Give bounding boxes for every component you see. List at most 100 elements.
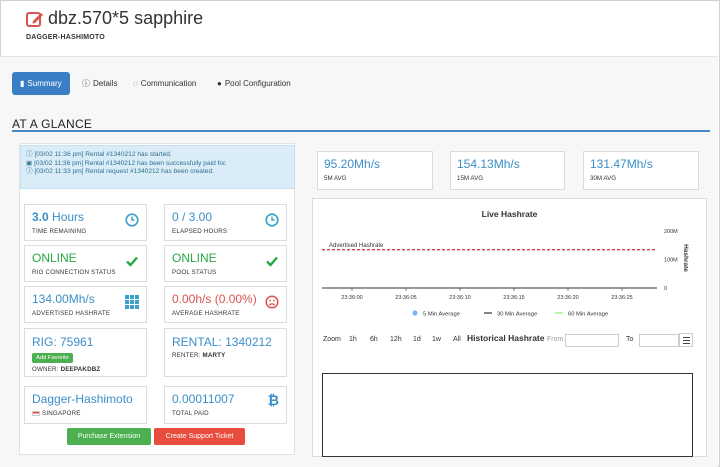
- owner-line: OWNER: DEEPAKDBZ: [32, 366, 101, 373]
- tab-communication[interactable]: ◌ Communication: [133, 72, 196, 95]
- grid-icon: [125, 295, 139, 309]
- pool-value: Dagger-Hashimoto: [32, 392, 133, 406]
- legend-label: 30 Min Average: [497, 312, 537, 318]
- section-divider: [12, 130, 710, 132]
- total-paid-card: 0.00011007 TOTAL PAID ₿: [164, 386, 287, 424]
- bar-chart-icon: ▮: [20, 79, 25, 88]
- notice-row: ⓘ [03/02 11:36 pm] Rental #1340212 has s…: [26, 151, 172, 158]
- legend-marker: [412, 310, 418, 316]
- legend-label: 60 Min Average: [568, 312, 608, 318]
- check-icon: [266, 256, 278, 267]
- hamburger-icon[interactable]: [679, 333, 693, 347]
- rig-status-label: RIG CONNECTION STATUS: [32, 269, 116, 276]
- y-axis-title: Hashrate: [682, 244, 689, 272]
- advertised-hashrate-value: 134.00Mh/s: [32, 292, 95, 306]
- historical-chart-title: Historical Hashrate: [467, 333, 545, 343]
- zoom-12h-button[interactable]: 12h: [390, 336, 402, 343]
- tab-details[interactable]: ⓘ Details: [82, 72, 117, 95]
- bitcoin-icon: ₿: [267, 392, 279, 408]
- x-tick-label: 23:36:20: [557, 295, 578, 301]
- drop-icon: ●: [217, 79, 222, 88]
- zoom-6h-button[interactable]: 6h: [370, 336, 378, 343]
- total-paid-value: 0.00011007: [172, 392, 235, 406]
- x-tick-label: 23:36:05: [395, 295, 416, 301]
- zoom-1h-button[interactable]: 1h: [349, 336, 357, 343]
- purchase-extension-button[interactable]: Purchase Extension: [67, 428, 151, 445]
- clock-icon: [125, 213, 139, 227]
- pool-location: SINGAPORE: [32, 410, 81, 417]
- notice-row: ⓘ [03/02 11:33 pm] Rental request #13402…: [26, 168, 214, 176]
- info-icon: ⓘ: [82, 79, 90, 88]
- time-remaining-label: TIME REMAINING: [32, 228, 87, 235]
- page-title: dbz.570*5 sapphire: [48, 8, 204, 28]
- from-label: From: [547, 336, 564, 343]
- avg-15m-value: 154.13Mh/s: [457, 157, 520, 171]
- sad-face-icon: [265, 295, 279, 309]
- rig-status-value: ONLINE: [32, 251, 77, 265]
- to-date-input[interactable]: [639, 334, 679, 347]
- advertised-hashrate-card: 134.00Mh/s ADVERTISED HASHRATE: [24, 286, 147, 323]
- historical-chart-area: [322, 373, 693, 457]
- renter-line: RENTER: MARTY: [172, 352, 226, 359]
- x-tick-label: 23:36:10: [449, 295, 470, 301]
- from-date-input[interactable]: [565, 334, 619, 347]
- zoom-1w-button[interactable]: 1w: [432, 336, 441, 343]
- avg-30m-label: 30M AVG: [590, 175, 617, 182]
- avg-5m-label: 5M AVG: [324, 175, 347, 182]
- tab-summary[interactable]: ▮ Summary: [12, 72, 70, 95]
- advertised-hashrate-label: Advertised Hashrate: [329, 243, 384, 249]
- header-divider: [0, 56, 718, 57]
- avg-15m-label: 15M AVG: [457, 175, 484, 182]
- tab-pool-configuration[interactable]: ● Pool Configuration: [217, 72, 291, 95]
- y-tick-label: 100M: [664, 258, 678, 264]
- rig-status-card: ONLINE RIG CONNECTION STATUS: [24, 245, 147, 282]
- total-paid-label: TOTAL PAID: [172, 410, 209, 417]
- tab-label: Summary: [27, 79, 62, 88]
- tab-label: Details: [93, 79, 118, 88]
- rig-card: RIG: 75961 Add Favorite OWNER: DEEPAKDBZ: [24, 328, 147, 377]
- rental-card: RENTAL: 1340212 RENTER: MARTY: [164, 328, 287, 377]
- x-tick-label: 23:36:00: [341, 295, 362, 301]
- zoom-label: Zoom: [323, 336, 341, 343]
- section-title: AT A GLANCE: [12, 117, 93, 131]
- y-tick-label: 0: [664, 286, 667, 292]
- advertised-hashrate-label: ADVERTISED HASHRATE: [32, 310, 111, 317]
- avg-30m-value: 131.47Mh/s: [590, 157, 653, 171]
- rental-value: RENTAL: 1340212: [172, 335, 272, 349]
- elapsed-hours-card: 0 / 3.00 ELAPSED HOURS: [164, 204, 287, 241]
- rig-value[interactable]: RIG: 75961: [32, 335, 93, 349]
- average-hashrate-card: 0.00h/s (0.00%) AVERAGE HASHRATE: [164, 286, 287, 323]
- avg-30m-card: 131.47Mh/s 30M AVG: [583, 151, 699, 190]
- y-tick-label: 200M: [664, 229, 678, 235]
- notice-row: ▣ [03/02 11:36 pm] Rental #1340212 has b…: [26, 159, 227, 167]
- check-icon: [126, 256, 138, 267]
- elapsed-hours-label: ELAPSED HOURS: [172, 228, 228, 235]
- edit-icon[interactable]: [26, 10, 44, 28]
- pool-status-label: POOL STATUS: [172, 269, 217, 276]
- live-hashrate-chart: 200M 100M 0 Hashrate 23:36:00 23:36:05 23:36:1…: [322, 229, 689, 318]
- x-tick-label: 23:36:25: [611, 295, 632, 301]
- pool-card: Dagger-Hashimoto SINGAPORE: [24, 386, 147, 424]
- chat-icon: ◌: [133, 79, 138, 88]
- average-hashrate-value: 0.00h/s (0.00%): [172, 292, 257, 306]
- page-subtitle: DAGGER-HASHIMOTO: [26, 34, 105, 41]
- zoom-all-button[interactable]: All: [453, 336, 461, 343]
- clock-icon: [265, 213, 279, 227]
- flag-icon: [32, 410, 40, 416]
- avg-5m-value: 95.20Mh/s: [324, 157, 381, 171]
- elapsed-hours-value: 0 / 3.00: [172, 210, 213, 224]
- pool-status-card: ONLINE POOL STATUS: [164, 245, 287, 282]
- pool-status-value: ONLINE: [172, 251, 217, 265]
- average-hashrate-label: AVERAGE HASHRATE: [172, 310, 240, 317]
- avg-15m-card: 154.13Mh/s 15M AVG: [450, 151, 565, 190]
- zoom-1d-button[interactable]: 1d: [413, 336, 421, 343]
- notice-box: ⓘ [03/02 11:36 pm] Rental #1340212 has s…: [20, 145, 295, 189]
- create-support-ticket-button[interactable]: Create Support Ticket: [154, 428, 245, 445]
- time-remaining-card: 3.0 Hours TIME REMAINING: [24, 204, 147, 241]
- time-remaining-value: 3.0 Hours: [32, 210, 85, 224]
- x-tick-label: 23:36:15: [503, 295, 524, 301]
- add-favorite-button[interactable]: Add Favorite: [32, 353, 73, 363]
- to-label: To: [626, 336, 634, 343]
- tab-label: Communication: [140, 79, 197, 88]
- legend-label: 5 Min Average: [423, 312, 460, 318]
